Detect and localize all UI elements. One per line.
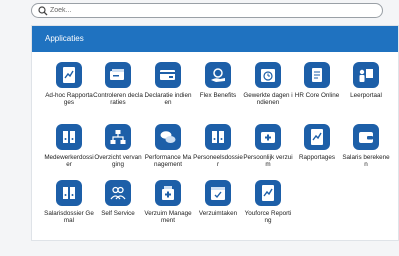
tile-label: Youforce Reporting: [244, 210, 292, 225]
tile-medewerkerdossier[interactable]: Medewerkerdossier: [44, 124, 94, 169]
tile-leerportaal[interactable]: Leerportaal: [341, 62, 391, 99]
card-submit-icon: [155, 62, 181, 88]
card-reader-icon: [105, 62, 131, 88]
tile-label: Salaris berekenen: [342, 154, 390, 169]
binders-icon: [56, 180, 82, 206]
people-icon: [105, 180, 131, 206]
tile-verzuim-management[interactable]: Verzuim Management: [143, 180, 193, 225]
tile-label: Verzuimtaken: [198, 210, 238, 217]
search-input[interactable]: [50, 5, 370, 16]
tile-rapportages[interactable]: Rapportages: [292, 124, 342, 161]
tile-ad-hoc-rapportages[interactable]: Ad-hoc Rapportages: [44, 62, 94, 107]
tile-label: Controleren declaraties: [93, 92, 143, 107]
tile-label: Gewerkte dagen indienen: [243, 92, 293, 107]
calendar-clock-icon: [255, 62, 281, 88]
tile-personeelsdossier[interactable]: Personeelsdossier: [193, 124, 243, 169]
tile-controleren-declaraties[interactable]: Controleren declaraties: [93, 62, 143, 107]
chart-document-icon: [255, 180, 281, 206]
tile-label: Salarisdossier Gemal: [44, 210, 94, 225]
tile-label: Self Service: [101, 210, 135, 217]
tile-persoonlijk-verzuim[interactable]: Persoonlijk verzuim: [243, 124, 293, 169]
tile-label: Ad-hoc Rapportages: [45, 92, 93, 107]
chart-document-icon: [56, 62, 82, 88]
applications-panel: Applicaties Ad-hoc Rapportages Controler…: [31, 25, 399, 241]
calendar-task-icon: [205, 180, 231, 206]
tile-declaratie-indienen[interactable]: Declaratie indienen: [143, 62, 193, 107]
org-chart-icon: [105, 124, 131, 150]
tile-flex-benefits[interactable]: Flex Benefits: [193, 62, 243, 99]
tile-performance-management[interactable]: Performance Management: [143, 124, 193, 169]
wallet-icon: [353, 124, 379, 150]
binders-icon: [56, 124, 82, 150]
tile-label: Declaratie indienen: [144, 92, 192, 107]
tile-gewerkte-dagen-indienen[interactable]: Gewerkte dagen indienen: [243, 62, 293, 107]
tile-label: Performance Management: [144, 154, 192, 169]
tile-label: Leerportaal: [350, 92, 382, 99]
panel-title: Applicaties: [32, 26, 398, 52]
tile-self-service[interactable]: Self Service: [93, 180, 143, 217]
tile-label: Overzicht vervanging: [94, 154, 142, 169]
tile-label: Rapportages: [298, 154, 336, 161]
tile-hr-core-online[interactable]: HR Core Online: [292, 62, 342, 99]
chart-document-icon: [304, 124, 330, 150]
tile-label: HR Core Online: [294, 92, 340, 99]
tile-overzicht-vervanging[interactable]: Overzicht vervanging: [93, 124, 143, 169]
tile-salarisdossier-gemal[interactable]: Salarisdossier Gemal: [44, 180, 94, 225]
binders-icon: [205, 124, 231, 150]
tile-salaris-berekenen[interactable]: Salaris berekenen: [341, 124, 391, 169]
tile-label: Flex Benefits: [199, 92, 237, 99]
scroll-icon: [304, 62, 330, 88]
tile-label: Medewerkerdossier: [44, 154, 94, 169]
medicine-icon: [155, 180, 181, 206]
search-bar[interactable]: [31, 3, 383, 18]
tile-label: Persoonlijk verzuim: [243, 154, 293, 169]
tile-verzuimtaken[interactable]: Verzuimtaken: [193, 180, 243, 217]
person-board-icon: [353, 62, 379, 88]
hand-coins-icon: [205, 62, 231, 88]
first-aid-icon: [255, 124, 281, 150]
tile-label: Verzuim Management: [144, 210, 192, 225]
search-icon: [38, 6, 48, 16]
chat-bubbles-icon: [155, 124, 181, 150]
tile-label: Personeelsdossier: [193, 154, 243, 169]
tile-youforce-reporting[interactable]: Youforce Reporting: [243, 180, 293, 225]
